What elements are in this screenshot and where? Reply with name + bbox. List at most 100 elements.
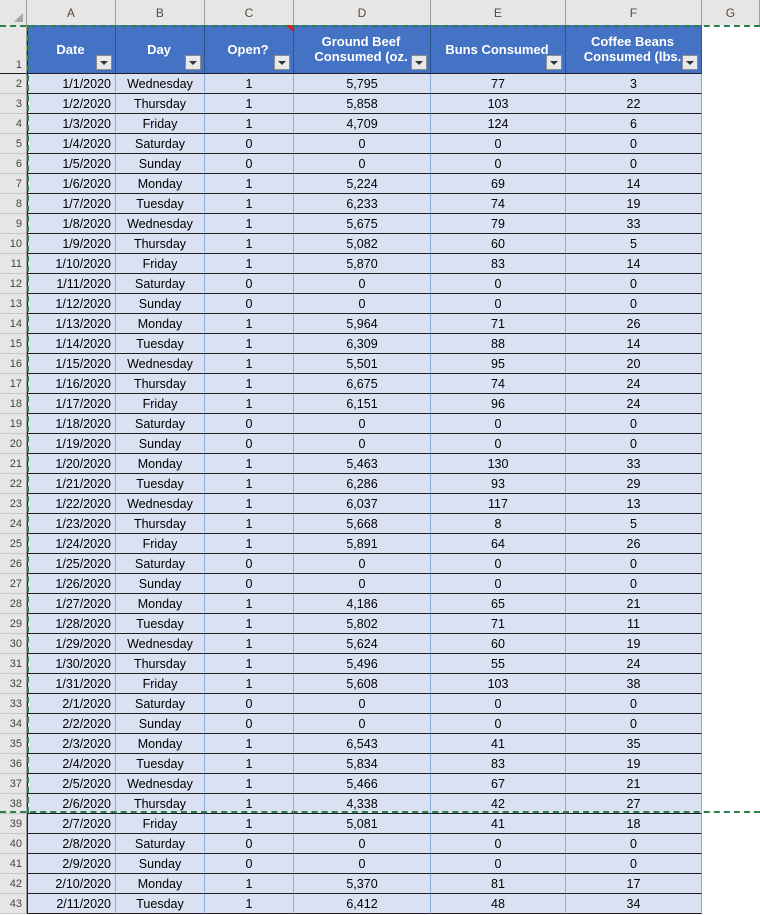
cell[interactable]: 1 [205,634,294,654]
empty-cell-g1[interactable] [702,25,760,74]
cell[interactable]: 0 [205,274,294,294]
empty-cell[interactable] [702,694,760,714]
cell[interactable]: 117 [431,494,566,514]
row-header-13[interactable]: 13 [0,294,27,314]
cell[interactable]: 1/26/2020 [27,574,116,594]
cell[interactable]: 5,624 [294,634,431,654]
cell[interactable]: 0 [294,294,431,314]
cell[interactable]: Friday [116,254,205,274]
cell[interactable]: 0 [566,274,702,294]
cell[interactable]: 1/10/2020 [27,254,116,274]
table-row[interactable]: 18 1/17/2020 Friday 1 6,151 96 24 [0,394,760,414]
table-row[interactable]: 2 1/1/2020 Wednesday 1 5,795 77 3 [0,74,760,94]
cell[interactable]: 0 [294,154,431,174]
table-row[interactable]: 31 1/30/2020 Thursday 1 5,496 55 24 [0,654,760,674]
cell[interactable]: 130 [431,454,566,474]
empty-cell[interactable] [702,514,760,534]
empty-cell[interactable] [702,554,760,574]
filter-dropdown-icon[interactable] [682,55,698,70]
cell[interactable]: 6,286 [294,474,431,494]
cell[interactable]: Thursday [116,514,205,534]
cell[interactable]: 0 [566,154,702,174]
cell[interactable]: Friday [116,394,205,414]
filter-dropdown-icon[interactable] [274,55,290,70]
column-header-d[interactable]: D [294,0,431,25]
cell[interactable]: Tuesday [116,754,205,774]
cell[interactable]: 0 [431,834,566,854]
row-header-23[interactable]: 23 [0,494,27,514]
cell[interactable]: 2/11/2020 [27,894,116,914]
cell[interactable]: 0 [431,694,566,714]
cell[interactable]: 2/9/2020 [27,854,116,874]
column-header-c[interactable]: C [205,0,294,25]
cell[interactable]: 2/4/2020 [27,754,116,774]
empty-cell[interactable] [702,274,760,294]
cell[interactable]: 1/19/2020 [27,434,116,454]
cell[interactable]: Sunday [116,854,205,874]
cell[interactable]: 0 [205,714,294,734]
row-header-35[interactable]: 35 [0,734,27,754]
column-header-f[interactable]: F [566,0,702,25]
empty-cell[interactable] [702,234,760,254]
table-row[interactable]: 28 1/27/2020 Monday 1 4,186 65 21 [0,594,760,614]
cell[interactable]: 0 [205,414,294,434]
cell[interactable]: 8 [431,514,566,534]
cell[interactable]: 5,858 [294,94,431,114]
empty-cell[interactable] [702,74,760,94]
row-header-22[interactable]: 22 [0,474,27,494]
cell[interactable]: 1/21/2020 [27,474,116,494]
cell[interactable]: 5,224 [294,174,431,194]
empty-cell[interactable] [702,854,760,874]
cell[interactable]: 0 [205,154,294,174]
cell[interactable]: 5,964 [294,314,431,334]
cell[interactable]: 1/28/2020 [27,614,116,634]
cell[interactable]: 1 [205,594,294,614]
cell[interactable]: 1 [205,234,294,254]
cell[interactable]: 1/13/2020 [27,314,116,334]
cell[interactable]: 0 [566,574,702,594]
table-row[interactable]: 22 1/21/2020 Tuesday 1 6,286 93 29 [0,474,760,494]
cell[interactable]: 1 [205,754,294,774]
cell[interactable]: 1 [205,534,294,554]
table-row[interactable]: 8 1/7/2020 Tuesday 1 6,233 74 19 [0,194,760,214]
cell[interactable]: 27 [566,794,702,814]
cell[interactable]: 1/6/2020 [27,174,116,194]
cell[interactable]: 0 [205,854,294,874]
cell[interactable]: 48 [431,894,566,914]
cell[interactable]: 2/7/2020 [27,814,116,834]
cell[interactable]: 79 [431,214,566,234]
cell[interactable]: 83 [431,754,566,774]
cell[interactable]: 1 [205,774,294,794]
cell[interactable]: 0 [205,554,294,574]
cell[interactable]: 0 [431,414,566,434]
table-row[interactable]: 10 1/9/2020 Thursday 1 5,082 60 5 [0,234,760,254]
row-header-21[interactable]: 21 [0,454,27,474]
cell[interactable]: Wednesday [116,634,205,654]
empty-cell[interactable] [702,834,760,854]
cell[interactable]: Tuesday [116,334,205,354]
cell[interactable]: 103 [431,674,566,694]
table-row[interactable]: 19 1/18/2020 Saturday 0 0 0 0 [0,414,760,434]
cell[interactable]: 14 [566,174,702,194]
cell[interactable]: 1 [205,254,294,274]
cell[interactable]: 1/31/2020 [27,674,116,694]
cell[interactable]: 81 [431,874,566,894]
cell[interactable]: 1 [205,454,294,474]
cell[interactable]: 95 [431,354,566,374]
cell[interactable]: 1/22/2020 [27,494,116,514]
row-header-27[interactable]: 27 [0,574,27,594]
row-header-1[interactable]: 1 [0,25,27,74]
empty-cell[interactable] [702,874,760,894]
cell[interactable]: 0 [566,694,702,714]
cell[interactable]: 1 [205,314,294,334]
cell[interactable]: 26 [566,534,702,554]
cell[interactable]: 21 [566,774,702,794]
row-header-34[interactable]: 34 [0,714,27,734]
cell[interactable]: 5,834 [294,754,431,774]
cell[interactable]: 1/20/2020 [27,454,116,474]
table-row[interactable]: 26 1/25/2020 Saturday 0 0 0 0 [0,554,760,574]
table-row[interactable]: 36 2/4/2020 Tuesday 1 5,834 83 19 [0,754,760,774]
row-header-4[interactable]: 4 [0,114,27,134]
cell[interactable]: 67 [431,774,566,794]
cell[interactable]: 0 [566,834,702,854]
